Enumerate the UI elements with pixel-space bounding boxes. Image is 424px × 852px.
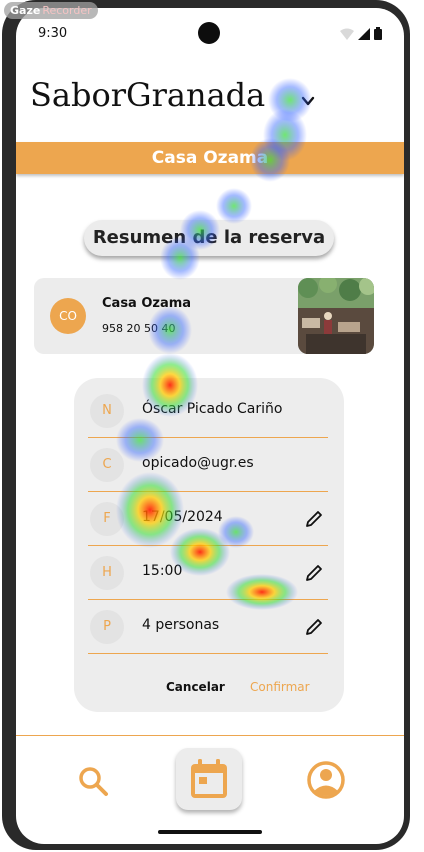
battery-icon	[374, 27, 382, 40]
status-time: 9:30	[38, 26, 68, 41]
restaurant-photo	[298, 278, 374, 354]
name-value: Óscar Picado Cariño	[142, 401, 283, 417]
home-indicator[interactable]	[158, 830, 262, 834]
name-row: N Óscar Picado Cariño	[88, 384, 328, 438]
restaurant-banner: Casa Ozama	[16, 142, 404, 174]
time-initial: H	[90, 556, 124, 590]
divider	[88, 653, 328, 654]
calendar-icon	[191, 759, 227, 798]
phone-frame: 9:30 SaborGranada Casa Ozama Resumen de …	[2, 0, 410, 850]
restaurant-avatar: CO	[50, 298, 86, 334]
summary-title: Resumen de la reserva	[84, 220, 334, 256]
reservation-form: N Óscar Picado Cariño C opicado@ugr.es F…	[74, 378, 344, 712]
confirm-button[interactable]: Confirmar	[250, 680, 310, 694]
app-screen: 9:30 SaborGranada Casa Ozama Resumen de …	[16, 8, 404, 844]
app-title: SaborGranada	[30, 76, 266, 114]
cancel-button[interactable]: Cancelar	[166, 680, 225, 694]
people-value: 4 personas	[142, 617, 220, 633]
email-row: C opicado@ugr.es	[88, 438, 328, 492]
profile-icon[interactable]	[306, 760, 346, 800]
signal-icon	[358, 28, 370, 40]
time-row: H 15:00	[88, 546, 328, 600]
system-icons	[340, 26, 382, 40]
reservations-nav-button[interactable]	[176, 748, 242, 810]
people-initial: P	[90, 610, 124, 644]
date-value: 17/05/2024	[142, 509, 223, 525]
search-icon[interactable]	[76, 764, 110, 798]
people-row: P 4 personas	[88, 600, 328, 654]
time-value: 15:00	[142, 563, 183, 579]
restaurant-name: Casa Ozama	[102, 296, 192, 311]
edit-people-pencil-icon[interactable]	[304, 617, 324, 637]
date-row: F 17/05/2024	[88, 492, 328, 546]
watermark-brand: Gaze	[10, 4, 41, 17]
bottom-nav-divider	[16, 735, 404, 736]
gaze-recorder-watermark: Gaze Recorder	[4, 2, 98, 19]
chevron-down-icon[interactable]	[300, 94, 316, 108]
date-initial: F	[90, 502, 124, 536]
email-initial: C	[90, 448, 124, 482]
name-initial: N	[90, 394, 124, 428]
email-value: opicado@ugr.es	[142, 455, 254, 471]
restaurant-card: CO Casa Ozama 958 20 50 40	[34, 278, 374, 354]
restaurant-phone: 958 20 50 40	[102, 322, 176, 335]
edit-date-pencil-icon[interactable]	[304, 509, 324, 529]
wifi-icon	[340, 28, 354, 40]
front-camera	[198, 22, 220, 44]
watermark-label: Recorder	[42, 4, 92, 17]
edit-time-pencil-icon[interactable]	[304, 563, 324, 583]
